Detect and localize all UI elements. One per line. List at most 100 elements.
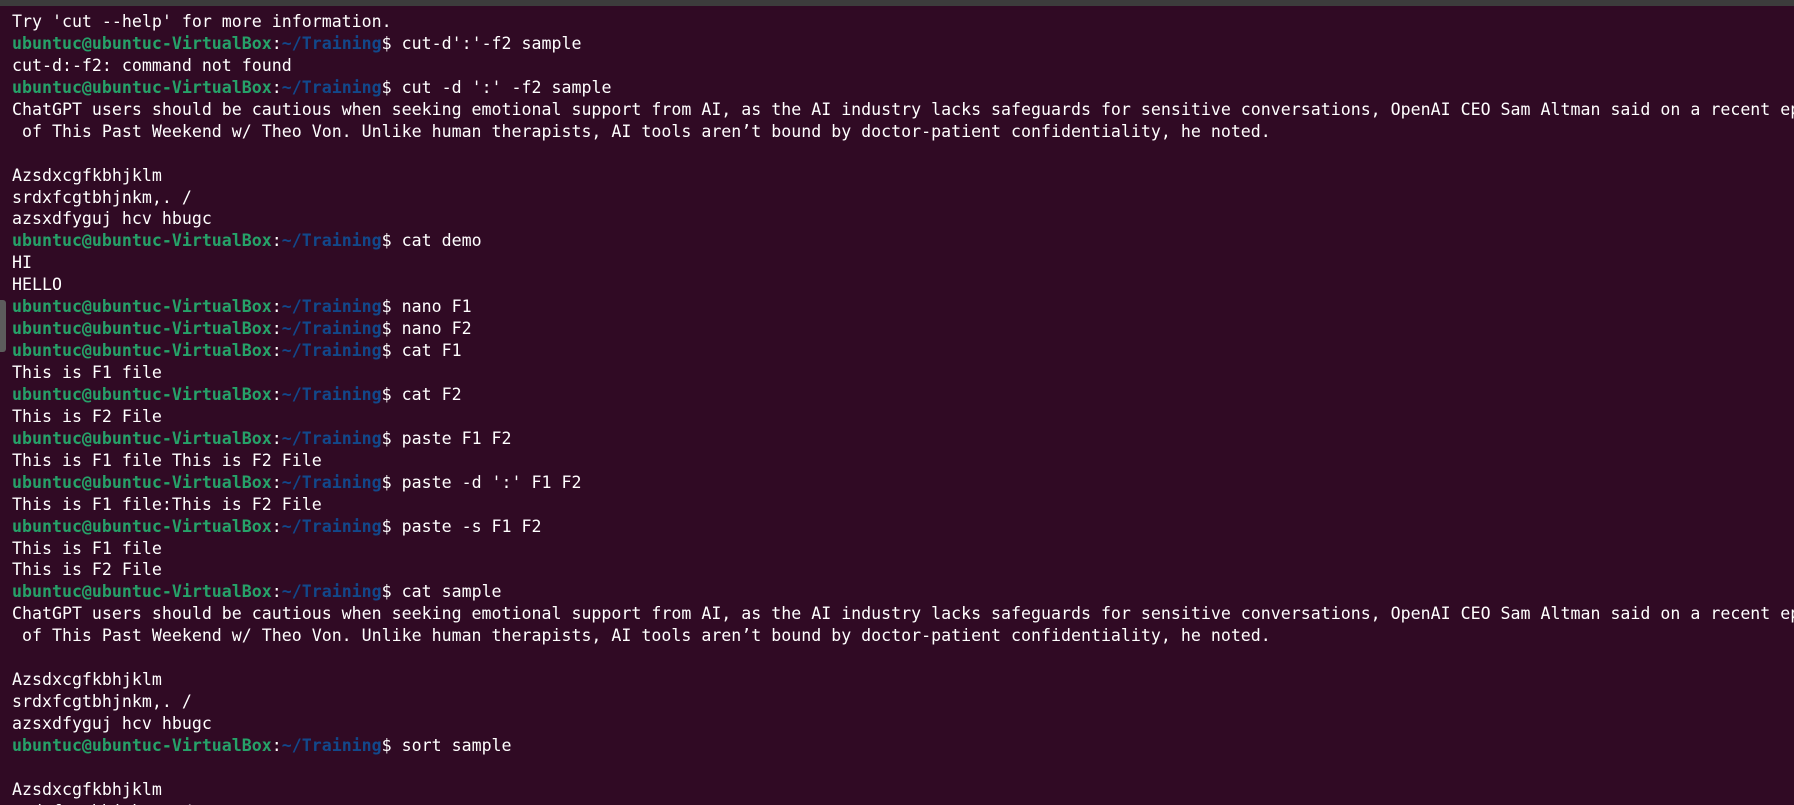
prompt-line: ubuntuc@ubuntuc-VirtualBox:~/Training$ p… [12, 516, 1794, 538]
prompt-path: ~/Training [281, 319, 382, 339]
prompt-user-host: ubuntuc@ubuntuc-VirtualBox [12, 516, 272, 536]
command-text: cat F2 [401, 384, 462, 404]
output-line: srdxfcgtbhjnkm,. / [12, 692, 192, 712]
output-line: Azsdxcgfkbhjklm [12, 165, 162, 185]
prompt-user-host: ubuntuc@ubuntuc-VirtualBox [12, 428, 272, 448]
output-line: srdxfcgtbhjnkm,. / [12, 187, 192, 207]
prompt-path: ~/Training [281, 297, 382, 317]
command-text: cat demo [401, 231, 482, 251]
prompt-user-host: ubuntuc@ubuntuc-VirtualBox [12, 582, 272, 602]
prompt-dollar: $ [381, 472, 402, 492]
prompt-colon: : [271, 33, 282, 53]
prompt-dollar: $ [381, 77, 402, 97]
command-text: cat F1 [401, 341, 462, 361]
prompt-line: ubuntuc@ubuntuc-VirtualBox:~/Training$ p… [12, 472, 1794, 494]
prompt-user-host: ubuntuc@ubuntuc-VirtualBox [12, 735, 272, 755]
prompt-dollar: $ [381, 384, 402, 404]
output-line: Try 'cut --help' for more information. [12, 12, 392, 31]
output-line: cut-d:-f2: command not found [12, 55, 292, 75]
prompt-dollar: $ [381, 735, 402, 755]
prompt-user-host: ubuntuc@ubuntuc-VirtualBox [12, 297, 272, 317]
prompt-user-host: ubuntuc@ubuntuc-VirtualBox [12, 472, 272, 492]
command-text: paste -d ':' F1 F2 [401, 472, 582, 492]
prompt-path: ~/Training [281, 582, 382, 602]
output-line: This is F1 file [12, 538, 162, 558]
output-line: of This Past Weekend w/ Theo Von. Unlike… [12, 626, 1271, 646]
prompt-line: ubuntuc@ubuntuc-VirtualBox:~/Training$ n… [12, 296, 1794, 318]
prompt-dollar: $ [381, 516, 402, 536]
terminal-output: Try 'cut --help' for more information. ub… [12, 11, 1794, 805]
output-line: ChatGPT users should be cautious when se… [12, 99, 1794, 119]
prompt-user-host: ubuntuc@ubuntuc-VirtualBox [12, 341, 272, 361]
prompt-dollar: $ [381, 231, 402, 251]
command-text: cut -d ':' -f2 sample [401, 77, 612, 97]
prompt-line: ubuntuc@ubuntuc-VirtualBox:~/Training$ c… [12, 230, 1794, 252]
output-line: azsxdfyguj hcv hbugc [12, 209, 212, 229]
prompt-line: ubuntuc@ubuntuc-VirtualBox:~/Training$ n… [12, 318, 1794, 340]
output-line: of This Past Weekend w/ Theo Von. Unlike… [12, 121, 1271, 141]
output-line: This is F1 file This is F2 File [12, 450, 322, 470]
prompt-line: ubuntuc@ubuntuc-VirtualBox:~/Training$ c… [12, 384, 1794, 406]
output-line: This is F2 File [12, 560, 162, 580]
prompt-line: ubuntuc@ubuntuc-VirtualBox:~/Training$ c… [12, 77, 1794, 99]
prompt-path: ~/Training [281, 428, 382, 448]
output-line: ChatGPT users should be cautious when se… [12, 604, 1794, 624]
command-text: cut-d':'-f2 sample [401, 33, 582, 53]
prompt-path: ~/Training [281, 384, 382, 404]
prompt-line: ubuntuc@ubuntuc-VirtualBox:~/Training$ c… [12, 340, 1794, 362]
prompt-user-host: ubuntuc@ubuntuc-VirtualBox [12, 384, 272, 404]
command-text: paste F1 F2 [401, 428, 512, 448]
prompt-colon: : [271, 428, 282, 448]
prompt-path: ~/Training [281, 735, 382, 755]
command-text: nano F1 [401, 297, 472, 317]
prompt-colon: : [271, 516, 282, 536]
prompt-dollar: $ [381, 341, 402, 361]
prompt-user-host: ubuntuc@ubuntuc-VirtualBox [12, 77, 272, 97]
prompt-colon: : [271, 319, 282, 339]
scroll-handle[interactable] [0, 300, 6, 352]
prompt-dollar: $ [381, 319, 402, 339]
command-text: nano F2 [401, 319, 472, 339]
prompt-dollar: $ [381, 297, 402, 317]
output-line: This is F1 file:This is F2 File [12, 494, 322, 514]
prompt-path: ~/Training [281, 231, 382, 251]
prompt-colon: : [271, 231, 282, 251]
prompt-colon: : [271, 472, 282, 492]
output-line: HELLO [12, 275, 62, 295]
prompt-line: ubuntuc@ubuntuc-VirtualBox:~/Training$ c… [12, 581, 1794, 603]
prompt-colon: : [271, 341, 282, 361]
command-text: cat sample [401, 582, 502, 602]
terminal-window[interactable]: Try 'cut --help' for more information. ub… [0, 0, 1794, 805]
prompt-dollar: $ [381, 582, 402, 602]
output-line: This is F2 File [12, 406, 162, 426]
prompt-dollar: $ [381, 428, 402, 448]
prompt-path: ~/Training [281, 516, 382, 536]
command-text: sort sample [401, 735, 512, 755]
output-line: Azsdxcgfkbhjklm [12, 670, 162, 690]
prompt-line: ubuntuc@ubuntuc-VirtualBox:~/Training$ s… [12, 735, 1794, 757]
output-line: This is F1 file [12, 363, 162, 382]
output-line: srdxfcgtbhjnkm,. / [12, 801, 1794, 805]
prompt-line: ubuntuc@ubuntuc-VirtualBox:~/Training$ p… [12, 428, 1794, 450]
prompt-user-host: ubuntuc@ubuntuc-VirtualBox [12, 33, 272, 53]
output-line: Azsdxcgfkbhjklm [12, 779, 162, 799]
prompt-dollar: $ [381, 33, 402, 53]
prompt-line: ubuntuc@ubuntuc-VirtualBox:~/Training$ c… [12, 33, 1794, 55]
prompt-user-host: ubuntuc@ubuntuc-VirtualBox [12, 231, 272, 251]
output-line: HI [12, 253, 32, 273]
prompt-colon: : [271, 735, 282, 755]
prompt-colon: : [271, 77, 282, 97]
command-text: paste -s F1 F2 [401, 516, 542, 536]
prompt-path: ~/Training [281, 472, 382, 492]
prompt-user-host: ubuntuc@ubuntuc-VirtualBox [12, 319, 272, 339]
output-line: azsxdfyguj hcv hbugc [12, 714, 212, 733]
prompt-path: ~/Training [281, 77, 382, 97]
prompt-colon: : [271, 297, 282, 317]
prompt-path: ~/Training [281, 33, 382, 53]
prompt-path: ~/Training [281, 341, 382, 361]
prompt-colon: : [271, 384, 282, 404]
prompt-colon: : [271, 582, 282, 602]
